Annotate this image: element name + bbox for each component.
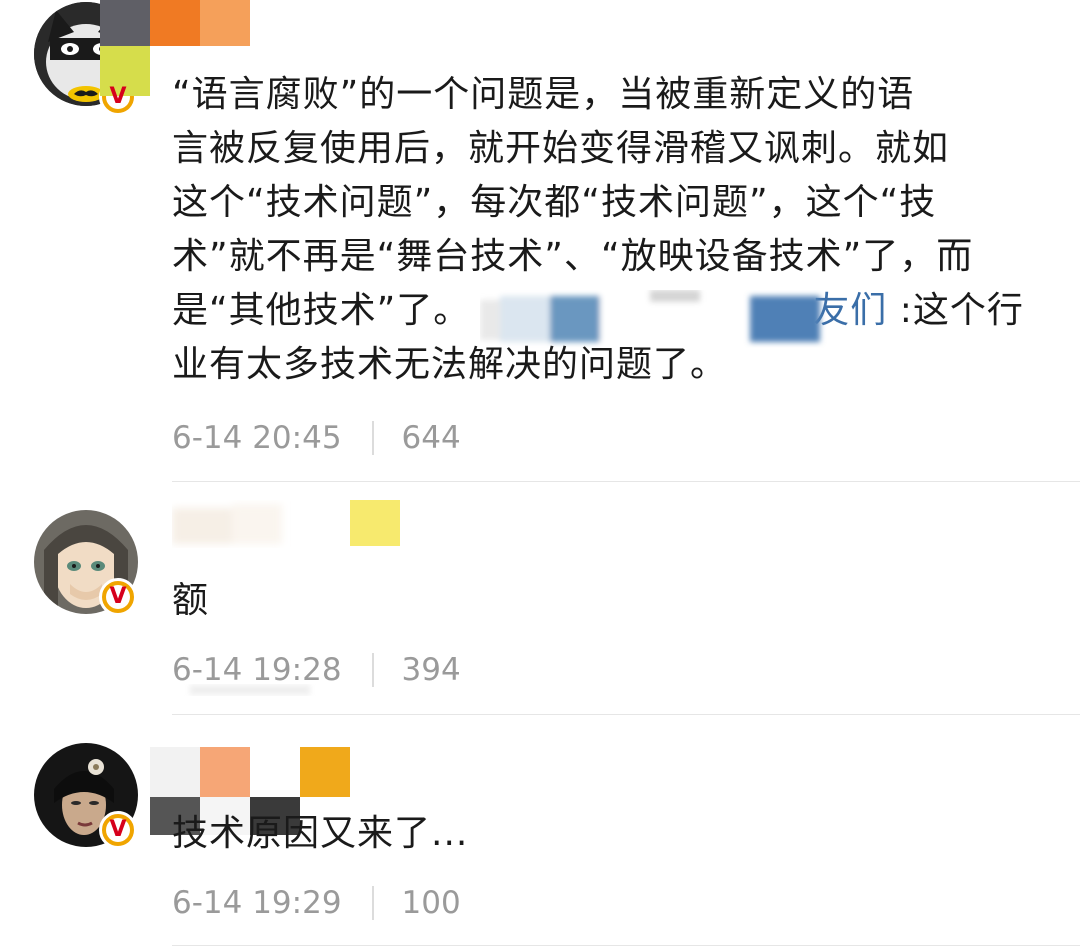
comment-meta: 6-14 20:45 644 bbox=[172, 418, 461, 458]
verified-v-badge-icon: V bbox=[99, 811, 137, 849]
comment-time: 6-14 19:29 bbox=[172, 885, 342, 921]
comment-item: V 技术原因又来了... 6-14 19:29 100 bbox=[0, 715, 1080, 947]
meta-divider bbox=[371, 653, 374, 687]
reply-username-mosaic bbox=[480, 290, 830, 350]
username-mosaic bbox=[100, 0, 250, 46]
comment-meta: 6-14 19:29 100 bbox=[172, 883, 461, 923]
comment-time: 6-14 20:45 bbox=[172, 420, 342, 456]
meta-divider bbox=[371, 421, 374, 455]
username-mosaic bbox=[172, 494, 402, 550]
comment-divider bbox=[172, 945, 1080, 946]
comment-text-segment: :这个行 bbox=[899, 290, 1024, 331]
comment-time: 6-14 19:28 bbox=[172, 652, 342, 688]
like-count[interactable]: 394 bbox=[402, 652, 461, 688]
comment-item: V “语言腐败”的一个问题是，当被重新定义的语 言被反复使用后，就开始变得滑稽又… bbox=[0, 0, 1080, 482]
verified-v-badge-icon: V bbox=[99, 578, 137, 616]
comment-text-line: 言被反复使用后，就开始变得滑稽又讽刺。就如 bbox=[172, 128, 950, 169]
comment-meta: 6-14 19:28 394 bbox=[172, 650, 461, 690]
comment-item: V 额 6-14 19:28 394 bbox=[0, 482, 1080, 715]
like-count[interactable]: 100 bbox=[402, 885, 461, 921]
comment-text-line: “语言腐败”的一个问题是，当被重新定义的语 bbox=[172, 74, 915, 115]
comment-text-line: 这个“技术问题”，每次都“技术问题”，这个“技 bbox=[172, 182, 937, 223]
comment-text: 技术原因又来了... bbox=[172, 813, 469, 854]
like-count[interactable]: 644 bbox=[402, 420, 461, 456]
meta-divider bbox=[371, 886, 374, 920]
comment-text: 额 bbox=[172, 580, 210, 621]
comment-text-line: 术”就不再是“舞台技术”、“放映设备技术”了，而 bbox=[172, 236, 974, 277]
comment-text-segment: 是“其他技术”了。 bbox=[172, 290, 471, 331]
